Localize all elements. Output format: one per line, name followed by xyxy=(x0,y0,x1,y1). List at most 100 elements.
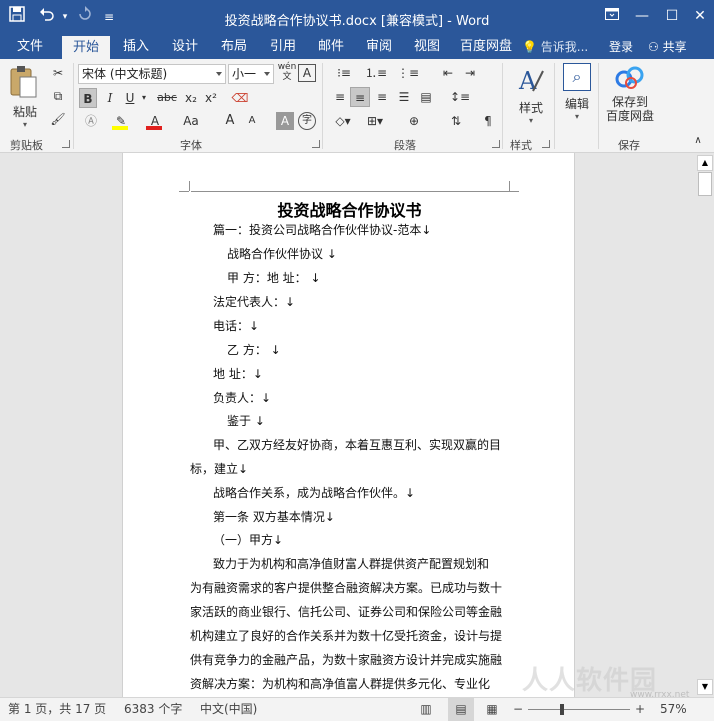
cut-icon[interactable]: ✂ xyxy=(48,63,68,83)
sign-in-link[interactable]: 登录 xyxy=(609,35,633,59)
save-to-baidu-button[interactable]: 保存到 百度网盘 xyxy=(602,65,658,131)
minimize-button[interactable]: — xyxy=(628,5,656,27)
ribbon-display-options-icon[interactable] xyxy=(598,5,626,27)
scroll-thumb[interactable] xyxy=(698,172,712,196)
superscript-button[interactable]: x² xyxy=(202,88,220,108)
character-shading-button[interactable]: A xyxy=(276,112,294,130)
paragraph-launcher-icon[interactable] xyxy=(492,140,500,148)
zoom-thumb[interactable] xyxy=(560,704,564,715)
line-spacing-icon[interactable]: ↕≡ xyxy=(446,87,474,107)
paste-button[interactable]: 粘贴 ▾ xyxy=(8,65,42,129)
page-count[interactable]: 第 1 页，共 17 页 xyxy=(8,698,106,721)
print-layout-icon[interactable]: ▤ xyxy=(448,698,474,721)
phonetic-guide-icon[interactable]: wén 文 xyxy=(276,62,298,82)
watermark-url: www.rrxx.net xyxy=(630,690,690,700)
styles-launcher-icon[interactable] xyxy=(542,140,550,148)
italic-button[interactable]: I xyxy=(101,88,119,108)
tab-file[interactable]: 文件 xyxy=(6,35,54,59)
ribbon-tabs: 文件 开始 插入 设计 布局 引用 邮件 审阅 视图 百度网盘 💡 告诉我...… xyxy=(0,35,714,59)
bold-button[interactable]: B xyxy=(79,88,97,108)
lightbulb-icon: 💡 xyxy=(522,40,537,54)
show-marks-icon[interactable]: ¶ xyxy=(478,111,498,131)
shading-icon[interactable]: ◇▾ xyxy=(330,111,356,131)
header-line xyxy=(191,191,509,192)
tab-home[interactable]: 开始 xyxy=(62,36,110,59)
group-divider xyxy=(73,63,74,149)
language-indicator[interactable]: 中文(中国) xyxy=(200,698,257,721)
clear-formatting-icon[interactable]: ⌫ xyxy=(230,88,250,108)
tab-design[interactable]: 设计 xyxy=(161,35,209,59)
underline-dropdown-icon[interactable]: ▾ xyxy=(139,88,149,108)
multilevel-list-icon[interactable]: ⋮≡ xyxy=(394,63,422,83)
text-effects-icon[interactable]: Ⓐ xyxy=(80,111,102,131)
highlight-color-button[interactable]: ✎ xyxy=(110,111,132,131)
align-center-icon[interactable]: ≡ xyxy=(350,87,370,107)
underline-button[interactable]: U xyxy=(121,88,139,108)
share-button[interactable]: ⚇ 共享 xyxy=(648,35,687,59)
zoom-in-icon[interactable]: + xyxy=(634,698,646,721)
read-mode-icon[interactable]: ▥ xyxy=(416,698,436,721)
tab-view[interactable]: 视图 xyxy=(403,35,451,59)
tab-layout[interactable]: 布局 xyxy=(210,35,258,59)
distributed-icon[interactable]: ▤ xyxy=(416,87,436,107)
font-group-label: 字体 xyxy=(180,139,202,152)
maximize-button[interactable]: ☐ xyxy=(658,5,686,27)
doc-line: 战略合作伙伴协议 ↓ xyxy=(227,247,337,261)
zoom-slider[interactable] xyxy=(528,698,630,721)
close-button[interactable]: ✕ xyxy=(686,5,714,27)
font-name-combo[interactable]: 宋体 (中文标题) xyxy=(78,64,226,84)
align-left-icon[interactable]: ≡ xyxy=(330,87,350,107)
paste-dropdown-icon: ▾ xyxy=(22,120,27,129)
word-count[interactable]: 6383 个字 xyxy=(124,698,182,721)
tab-insert[interactable]: 插入 xyxy=(112,35,160,59)
numbering-icon[interactable]: ⒈≡ xyxy=(362,63,390,83)
doc-line: 致力于为机构和高净值财富人群提供资产配置规划和 xyxy=(213,557,490,571)
baidu-netdisk-icon xyxy=(615,66,644,89)
doc-line: 为有融资需求的客户提供整合融资解决方案。已成功与数十 xyxy=(190,581,503,595)
doc-line: 篇一：投资公司战略合作伙伴协议-范本↓ xyxy=(213,223,432,237)
format-painter-icon[interactable]: 🖌 xyxy=(48,109,68,129)
zoom-out-icon[interactable]: − xyxy=(512,698,524,721)
collapse-ribbon-icon[interactable]: ∧ xyxy=(688,131,708,151)
tab-mailings[interactable]: 邮件 xyxy=(307,35,355,59)
tab-baidu-netdisk[interactable]: 百度网盘 xyxy=(453,35,519,59)
editing-button[interactable]: ⌕ 编辑 ▾ xyxy=(558,63,596,129)
font-size-combo[interactable]: 小一 xyxy=(228,64,274,84)
styles-gallery-button[interactable]: A 样式 ▾ xyxy=(510,65,552,129)
scroll-down-icon[interactable]: ▼ xyxy=(697,679,713,695)
tell-me-search[interactable]: 💡 告诉我... xyxy=(522,35,588,59)
zoom-level[interactable]: 57% xyxy=(660,698,687,721)
increase-indent-icon[interactable]: ⇥ xyxy=(460,63,480,83)
font-color-button[interactable]: A xyxy=(144,111,166,131)
chinese-layout-icon[interactable]: ⊕ xyxy=(404,111,424,131)
character-border-icon[interactable]: A xyxy=(298,64,316,82)
scroll-up-icon[interactable]: ▲ xyxy=(697,155,713,171)
change-case-button[interactable]: Aa xyxy=(178,111,204,131)
enclose-characters-button[interactable]: 字 xyxy=(298,112,316,130)
bullets-icon[interactable]: ⁝≡ xyxy=(330,63,358,83)
crop-mark xyxy=(509,191,519,192)
copy-icon[interactable]: ⧉ xyxy=(48,86,68,106)
shrink-font-button[interactable]: A xyxy=(244,111,260,131)
tab-review[interactable]: 审阅 xyxy=(355,35,403,59)
zoom-track xyxy=(528,709,630,710)
borders-icon[interactable]: ⊞▾ xyxy=(362,111,388,131)
font-size-value: 小一 xyxy=(232,67,257,81)
paste-icon xyxy=(10,66,37,98)
justify-icon[interactable]: ☰ xyxy=(394,87,414,107)
clipboard-launcher-icon[interactable] xyxy=(62,140,70,148)
strikethrough-button[interactable]: abc xyxy=(154,88,180,108)
grow-font-button[interactable]: A xyxy=(222,111,238,131)
font-name-value: 宋体 (中文标题) xyxy=(82,67,168,81)
web-layout-icon[interactable]: ▦ xyxy=(482,698,502,721)
decrease-indent-icon[interactable]: ⇤ xyxy=(438,63,458,83)
font-launcher-icon[interactable] xyxy=(312,140,320,148)
subscript-button[interactable]: x₂ xyxy=(182,88,200,108)
align-right-icon[interactable]: ≡ xyxy=(372,87,392,107)
vertical-scrollbar[interactable]: ▲ ▼ xyxy=(696,153,714,697)
crop-mark xyxy=(509,181,510,191)
crop-mark xyxy=(189,181,190,191)
document-page[interactable]: 投资战略合作协议书 篇一：投资公司战略合作伙伴协议-范本↓ 战略合作伙伴协议 ↓… xyxy=(122,153,575,697)
sort-icon[interactable]: ⇅ xyxy=(446,111,466,131)
tab-references[interactable]: 引用 xyxy=(259,35,307,59)
